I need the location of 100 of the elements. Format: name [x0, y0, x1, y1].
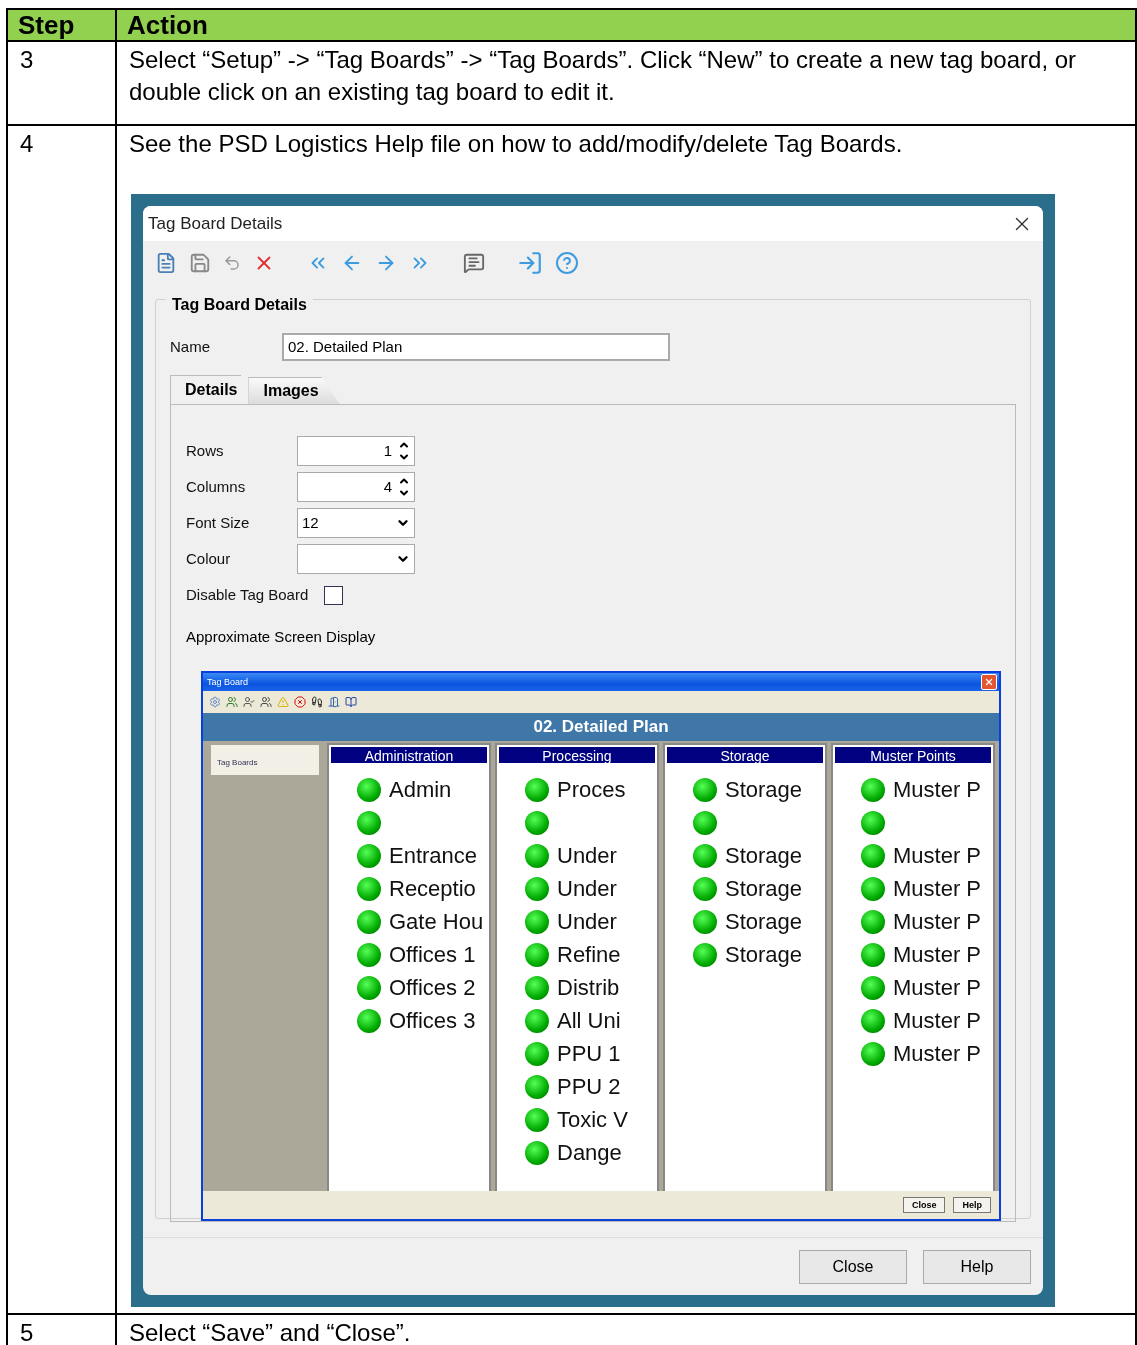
- status-dot-icon: [525, 1041, 549, 1066]
- tab[interactable]: Images: [248, 377, 340, 404]
- sidebar-tab[interactable]: Tag Boards: [211, 745, 319, 775]
- status-dot-icon: [525, 1140, 549, 1165]
- tag-label: All Uni: [557, 1006, 621, 1035]
- tag-label: Toxic V: [557, 1105, 628, 1134]
- tag-label: Admin: [389, 775, 452, 804]
- tag-label: Muster P: [893, 940, 982, 969]
- status-dot-icon: [861, 909, 885, 934]
- tag-label: Storage: [725, 841, 803, 870]
- tag-label: Storage: [725, 907, 803, 936]
- status-dot-icon: [357, 876, 381, 901]
- status-dot-icon: [525, 1008, 549, 1033]
- status-dot-icon: [357, 810, 381, 835]
- board-title: 02. Detailed Plan: [203, 713, 999, 741]
- tag-label: Dange: [557, 1138, 622, 1167]
- tag-label: Offices 2: [389, 973, 476, 1002]
- status-dot-icon: [693, 810, 717, 835]
- status-dot-icon: [525, 810, 549, 835]
- status-dot-icon: [525, 876, 549, 901]
- preview-title: Tag Board: [207, 676, 249, 689]
- field-label: Font Size: [186, 513, 251, 533]
- tag-label: Under: [557, 874, 617, 903]
- status-dot-icon: [357, 843, 381, 868]
- tag-label: Muster P: [893, 1006, 982, 1035]
- undo-icon[interactable]: [223, 254, 241, 272]
- status-dot-icon: [861, 876, 885, 901]
- help-icon[interactable]: [555, 251, 579, 275]
- column-header: Muster Points: [835, 747, 991, 763]
- column-header: Processing: [499, 747, 655, 763]
- tag-label: Proces: [557, 775, 626, 804]
- status-dot-icon: [525, 975, 549, 1000]
- book-icon[interactable]: [345, 696, 357, 708]
- status-dot-icon: [525, 1107, 549, 1132]
- action-text: See the PSD Logistics Help file on how to add/modify/delete Tag Boards.: [129, 129, 904, 159]
- status-dot-icon: [861, 843, 885, 868]
- status-dot-icon: [357, 909, 381, 934]
- spin-field[interactable]: 1: [297, 436, 415, 466]
- tag-label: Muster P: [893, 907, 982, 936]
- spin-field[interactable]: 4: [297, 472, 415, 502]
- dialog-button[interactable]: Help: [923, 1249, 1031, 1284]
- dropdown[interactable]: 12: [297, 508, 415, 538]
- status-dot-icon: [693, 909, 717, 934]
- status-dot-icon: [357, 777, 381, 802]
- column-header: Step: [8, 10, 117, 42]
- status-dot-icon: [525, 909, 549, 934]
- preview-label: Approximate Screen Display: [186, 627, 377, 647]
- window-title: Tag Board Details: [148, 212, 283, 235]
- status-dot-icon: [861, 777, 885, 802]
- dialog-button[interactable]: Close: [799, 1249, 907, 1284]
- tag-label: Under: [557, 907, 617, 936]
- field-label: Columns: [186, 477, 247, 497]
- step-cell: 4: [8, 126, 117, 1315]
- tag-label: Offices 1: [389, 940, 476, 969]
- door-icon[interactable]: [328, 696, 340, 708]
- tag-label: Offices 3: [389, 1006, 476, 1035]
- step-cell: 3: [8, 42, 117, 126]
- tag-label: Storage: [725, 940, 803, 969]
- status-dot-icon: [861, 1008, 885, 1033]
- tag-label: Gate Hou: [389, 907, 484, 936]
- tag-label: Muster P: [893, 841, 982, 870]
- save-icon[interactable]: [189, 252, 211, 274]
- status-dot-icon: [357, 1008, 381, 1033]
- tag-label: Receptio: [389, 874, 476, 903]
- field-label: Name: [170, 337, 211, 357]
- field-label: Colour: [186, 549, 232, 569]
- tag-label: Distrib: [557, 973, 620, 1002]
- status-dot-icon: [861, 1041, 885, 1066]
- checkbox[interactable]: [324, 585, 344, 605]
- column-header: Action: [117, 10, 1137, 42]
- tag-label: PPU 1: [557, 1039, 621, 1068]
- step-cell: 5: [8, 1315, 117, 1345]
- tag-label: Muster P: [893, 874, 982, 903]
- status-dot-icon: [861, 810, 885, 835]
- people-icon[interactable]: [260, 696, 272, 708]
- field-label: Disable Tag Board: [186, 585, 309, 605]
- name-field[interactable]: 02. Detailed Plan: [282, 333, 670, 361]
- tag-label: PPU 2: [557, 1072, 621, 1101]
- status-dot-icon: [693, 843, 717, 868]
- preview-button[interactable]: Help: [953, 1197, 991, 1213]
- status-dot-icon: [525, 843, 549, 868]
- people-icon[interactable]: [226, 696, 238, 708]
- dropdown[interactable]: [297, 544, 415, 574]
- status-dot-icon: [525, 942, 549, 967]
- status-dot-icon: [525, 1074, 549, 1099]
- preview-button[interactable]: Close: [902, 1197, 946, 1213]
- tag-label: Muster P: [893, 1039, 982, 1068]
- action-cell: Select “Save” and “Close”.: [117, 1315, 1137, 1345]
- user-check-icon[interactable]: [243, 696, 255, 708]
- tag-label: Muster P: [893, 973, 982, 1002]
- document-icon[interactable]: [155, 252, 177, 274]
- tag-label: Storage: [725, 874, 803, 903]
- status-dot-icon: [525, 777, 549, 802]
- column-header: Administration: [331, 747, 487, 763]
- status-dot-icon: [357, 975, 381, 1000]
- gear-icon[interactable]: [209, 696, 221, 708]
- tag-label: Entrance: [389, 841, 478, 870]
- stop-icon[interactable]: [294, 696, 306, 708]
- status-dot-icon: [861, 975, 885, 1000]
- tag-label: Under: [557, 841, 617, 870]
